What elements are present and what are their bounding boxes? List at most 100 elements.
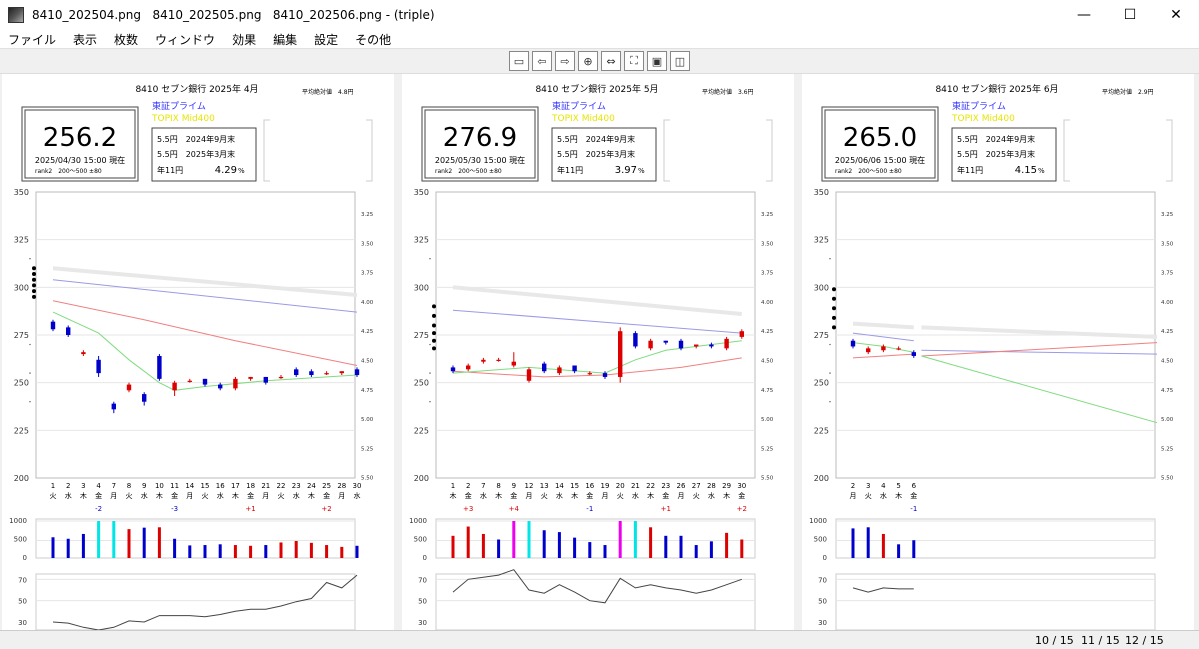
- average-label: 平均絶対値 2.9円: [1102, 88, 1154, 96]
- fit-width-icon[interactable]: ⊕: [578, 51, 598, 71]
- volume-bar: [112, 521, 116, 558]
- two-page-icon[interactable]: ◫: [670, 51, 690, 71]
- weekday-label: 木: [895, 491, 902, 500]
- weekday-label: 水: [708, 491, 715, 500]
- volume-bar: [451, 535, 455, 558]
- close-button[interactable]: ✕: [1153, 0, 1199, 30]
- volume-bar: [340, 546, 344, 558]
- date-label: 30: [353, 482, 362, 490]
- average-label: 平均絶対値 4.8円: [302, 88, 354, 96]
- sub-tick-label: 50: [18, 598, 27, 606]
- weekday-label: 月: [262, 492, 269, 500]
- weekday-label: 木: [647, 491, 654, 500]
- right-tick-label: 3.25: [1161, 212, 1174, 218]
- menu-effect[interactable]: 効果: [232, 31, 256, 48]
- right-tick-label: 3.25: [361, 212, 374, 218]
- volume-tick-label: 1000: [809, 517, 827, 525]
- candle-body: [648, 340, 653, 349]
- date-label: 3: [81, 482, 85, 490]
- weekday-label: 火: [865, 492, 872, 500]
- weekday-label: 火: [278, 492, 285, 500]
- tiny-dot: [829, 372, 831, 374]
- candle-body: [339, 371, 344, 374]
- menu-other[interactable]: その他: [355, 31, 391, 48]
- fullscreen-icon[interactable]: ⛶: [624, 51, 644, 71]
- menu-view[interactable]: 表示: [73, 31, 97, 48]
- date-label: 9: [512, 482, 516, 490]
- tiny-dot: [829, 258, 831, 260]
- right-tick-label: 5.25: [1161, 446, 1174, 452]
- date-label: 17: [231, 482, 240, 490]
- weekday-label: 金: [465, 491, 472, 500]
- y-tick-label: 350: [14, 188, 29, 197]
- candle-body: [278, 376, 284, 379]
- menu-count[interactable]: 枚数: [114, 31, 138, 48]
- dividend-line-2: 5.5円 2025年3月末: [557, 149, 635, 159]
- candle-body: [866, 348, 871, 353]
- candle-body: [850, 340, 856, 347]
- weekday-label: 水: [141, 491, 148, 500]
- panel-svg: 8410 セブン銀行 2025年 5月 平均絶対値 3.6円東証プライム TOPIX…: [409, 83, 774, 631]
- price-datetime: 2025/05/30 15:00 現在: [435, 155, 525, 165]
- minimize-button[interactable]: —: [1061, 0, 1107, 30]
- window-icon[interactable]: ▭: [509, 51, 529, 71]
- date-label: 30: [737, 482, 746, 490]
- date-label: 21: [631, 482, 640, 490]
- right-tick-label: 4.00: [761, 300, 774, 306]
- dot-marker: [432, 304, 436, 309]
- toolbar: ▭ ⇦ ⇨ ⊕ ⇔ ⛶ ▣ ◫: [0, 48, 1199, 74]
- date-label: 6: [912, 482, 917, 490]
- arrow-left-icon[interactable]: ⇦: [532, 51, 552, 71]
- menu-window[interactable]: ウィンドウ: [155, 31, 215, 48]
- signal-mark: -3: [171, 505, 178, 513]
- signal-mark: +2: [737, 505, 747, 513]
- right-tick-label: 4.25: [761, 329, 774, 335]
- tiny-dot: [829, 343, 831, 346]
- right-tick-label: 5.50: [761, 476, 774, 482]
- volume-bar: [573, 537, 577, 558]
- dot-marker: [832, 306, 836, 311]
- annual-dividend: 年11円: [957, 165, 983, 175]
- date-label: 22: [646, 482, 655, 490]
- dot-marker: [832, 315, 836, 320]
- empty-info-frame: [663, 119, 773, 182]
- volume-bar: [694, 545, 698, 558]
- weekday-label: 金: [662, 491, 669, 500]
- sub-tick-label: 50: [418, 598, 427, 606]
- weekday-label: 水: [217, 491, 224, 500]
- tiny-dot: [29, 372, 31, 374]
- volume-bar: [527, 521, 531, 558]
- dividend-line-2: 5.5円 2025年3月末: [957, 149, 1035, 159]
- fit-height-icon[interactable]: ⇔: [601, 51, 621, 71]
- menu-settings[interactable]: 設定: [314, 31, 338, 48]
- weekday-label: 月: [110, 492, 117, 500]
- dot-marker: [32, 289, 36, 294]
- arrow-right-icon[interactable]: ⇨: [555, 51, 575, 71]
- date-label: 16: [585, 482, 594, 490]
- volume-bar: [97, 521, 101, 558]
- weekday-label: 木: [495, 491, 502, 500]
- volume-bar: [157, 527, 161, 558]
- menu-edit[interactable]: 編集: [273, 31, 297, 48]
- right-tick-label: 5.00: [761, 417, 774, 423]
- y-tick-label: 225: [414, 426, 429, 435]
- signal-mark: +1: [661, 505, 671, 513]
- date-label: 8: [496, 482, 500, 490]
- maximize-button[interactable]: ☐: [1107, 0, 1153, 30]
- date-label: 11: [170, 482, 179, 490]
- weekday-label: 水: [880, 491, 887, 500]
- volume-bar: [557, 532, 561, 558]
- menu-file[interactable]: ファイル: [8, 31, 56, 48]
- candle-body: [709, 344, 714, 347]
- app-icon: [8, 7, 24, 23]
- photo-icon[interactable]: ▣: [647, 51, 667, 71]
- date-label: 7: [112, 482, 116, 490]
- right-tick-label: 4.75: [761, 388, 774, 394]
- candle-body: [111, 403, 116, 410]
- candle-body: [694, 344, 699, 347]
- index-label: TOPIX Mid400: [951, 114, 1015, 124]
- dividend-yield: 4.29: [215, 165, 237, 176]
- candle-body: [248, 376, 253, 379]
- weekday-label: 木: [723, 491, 730, 500]
- candle-body: [633, 333, 638, 347]
